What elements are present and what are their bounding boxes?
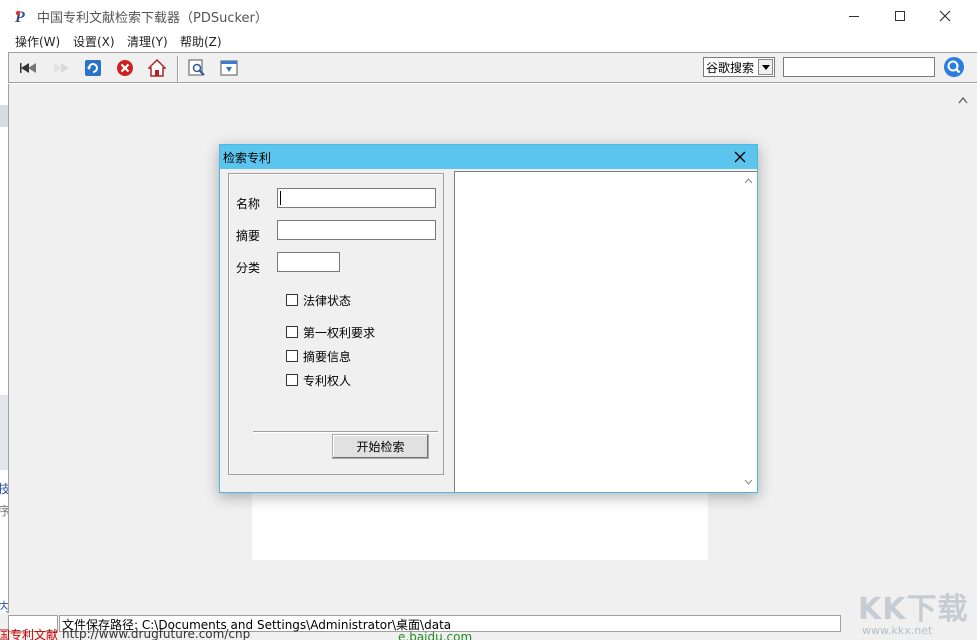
checkbox-first-claim[interactable] — [286, 326, 298, 338]
maximize-button[interactable] — [877, 0, 923, 31]
search-page-button[interactable] — [187, 58, 207, 78]
checkbox-label-legal-status: 法律状态 — [303, 292, 351, 309]
watermark-logo: KK下载 — [858, 584, 969, 628]
home-button[interactable] — [147, 58, 167, 78]
forward-button[interactable] — [51, 58, 71, 78]
refresh-icon — [84, 59, 102, 77]
search-form-group: 名称 摘要 分类 法律状态 第一权利要求 摘要信息 专利权人 — [228, 173, 444, 475]
dialog-title-bar: 检索专利 — [220, 145, 757, 169]
search-go-button[interactable] — [943, 56, 965, 78]
minimize-button[interactable] — [831, 0, 877, 31]
form-divider — [253, 431, 438, 433]
search-input[interactable] — [783, 57, 935, 77]
checkbox-label-patentee: 专利权人 — [303, 372, 351, 389]
name-input[interactable] — [277, 188, 436, 208]
close-icon — [939, 10, 951, 22]
underlying-fragment — [0, 395, 8, 470]
scroll-up-icon[interactable] — [958, 96, 968, 104]
checkbox-label-abstract-info: 摘要信息 — [303, 348, 351, 365]
toolbar: 谷歌搜索 — [8, 52, 977, 83]
minimize-icon — [848, 10, 860, 22]
checkbox-patentee[interactable] — [286, 374, 298, 386]
category-label: 分类 — [236, 259, 260, 276]
title-bar: P 中国专利文献检索下载器（PDSucker） — [0, 0, 977, 31]
download-button[interactable] — [219, 58, 239, 78]
close-icon — [732, 149, 748, 165]
checkbox-legal-status[interactable] — [286, 294, 298, 306]
underlying-link: 国专利文献 — [0, 626, 58, 640]
menu-settings[interactable]: 设置(X) — [73, 33, 115, 50]
underlying-link: e.baidu.com — [398, 630, 472, 640]
menu-operate[interactable]: 操作(W) — [15, 33, 60, 50]
magnifier-icon — [943, 56, 965, 78]
home-icon — [148, 59, 166, 77]
toolbar-separator — [177, 56, 179, 82]
menu-help[interactable]: 帮助(Z) — [180, 33, 222, 50]
refresh-button[interactable] — [83, 58, 103, 78]
text-cursor — [280, 191, 281, 205]
back-icon — [19, 60, 39, 76]
scroll-down-icon[interactable] — [744, 479, 753, 485]
dialog-close-button[interactable] — [732, 149, 748, 165]
search-page-icon — [188, 59, 206, 77]
chevron-down-icon[interactable] — [758, 59, 773, 75]
underlying-link: http://www.drugfuture.com/cnp — [62, 627, 250, 640]
status-bar: 文件保存路径: C:\Documents and Settings\Admini… — [0, 613, 977, 640]
window-title: 中国专利文献检索下载器（PDSucker） — [37, 7, 268, 26]
dialog-title: 检索专利 — [223, 149, 271, 166]
abstract-label: 摘要 — [236, 227, 260, 244]
search-engine-select[interactable]: 谷歌搜索 — [703, 57, 775, 77]
checkbox-abstract-info[interactable] — [286, 350, 298, 362]
checkbox-label-first-claim: 第一权利要求 — [303, 324, 375, 341]
menu-bar: 操作(W) 设置(X) 清理(Y) 帮助(Z) — [0, 31, 977, 52]
maximize-icon — [894, 10, 906, 22]
app-logo-icon: P — [15, 7, 33, 25]
scroll-up-icon[interactable] — [744, 178, 753, 184]
name-label: 名称 — [236, 195, 260, 212]
search-patent-dialog: 检索专利 名称 摘要 分类 法律状态 第一权利要求 摘要信息 专利权人 开始检索 — [219, 144, 758, 493]
forward-icon — [51, 60, 71, 76]
category-input[interactable] — [277, 252, 340, 272]
underlying-fragment — [0, 105, 8, 127]
abstract-input[interactable] — [277, 220, 436, 240]
start-search-button[interactable]: 开始检索 — [332, 434, 429, 459]
close-button[interactable] — [922, 0, 968, 31]
download-icon — [220, 59, 238, 77]
stop-icon — [116, 59, 134, 77]
search-results-box[interactable] — [454, 171, 757, 492]
search-engine-value: 谷歌搜索 — [706, 59, 754, 76]
menu-clean[interactable]: 清理(Y) — [127, 33, 168, 50]
results-scrollbar[interactable] — [740, 172, 757, 491]
back-button[interactable] — [19, 58, 39, 78]
vertical-scrollbar[interactable] — [950, 84, 977, 613]
stop-button[interactable] — [115, 58, 135, 78]
watermark-url: www.kkx.net — [862, 624, 932, 637]
